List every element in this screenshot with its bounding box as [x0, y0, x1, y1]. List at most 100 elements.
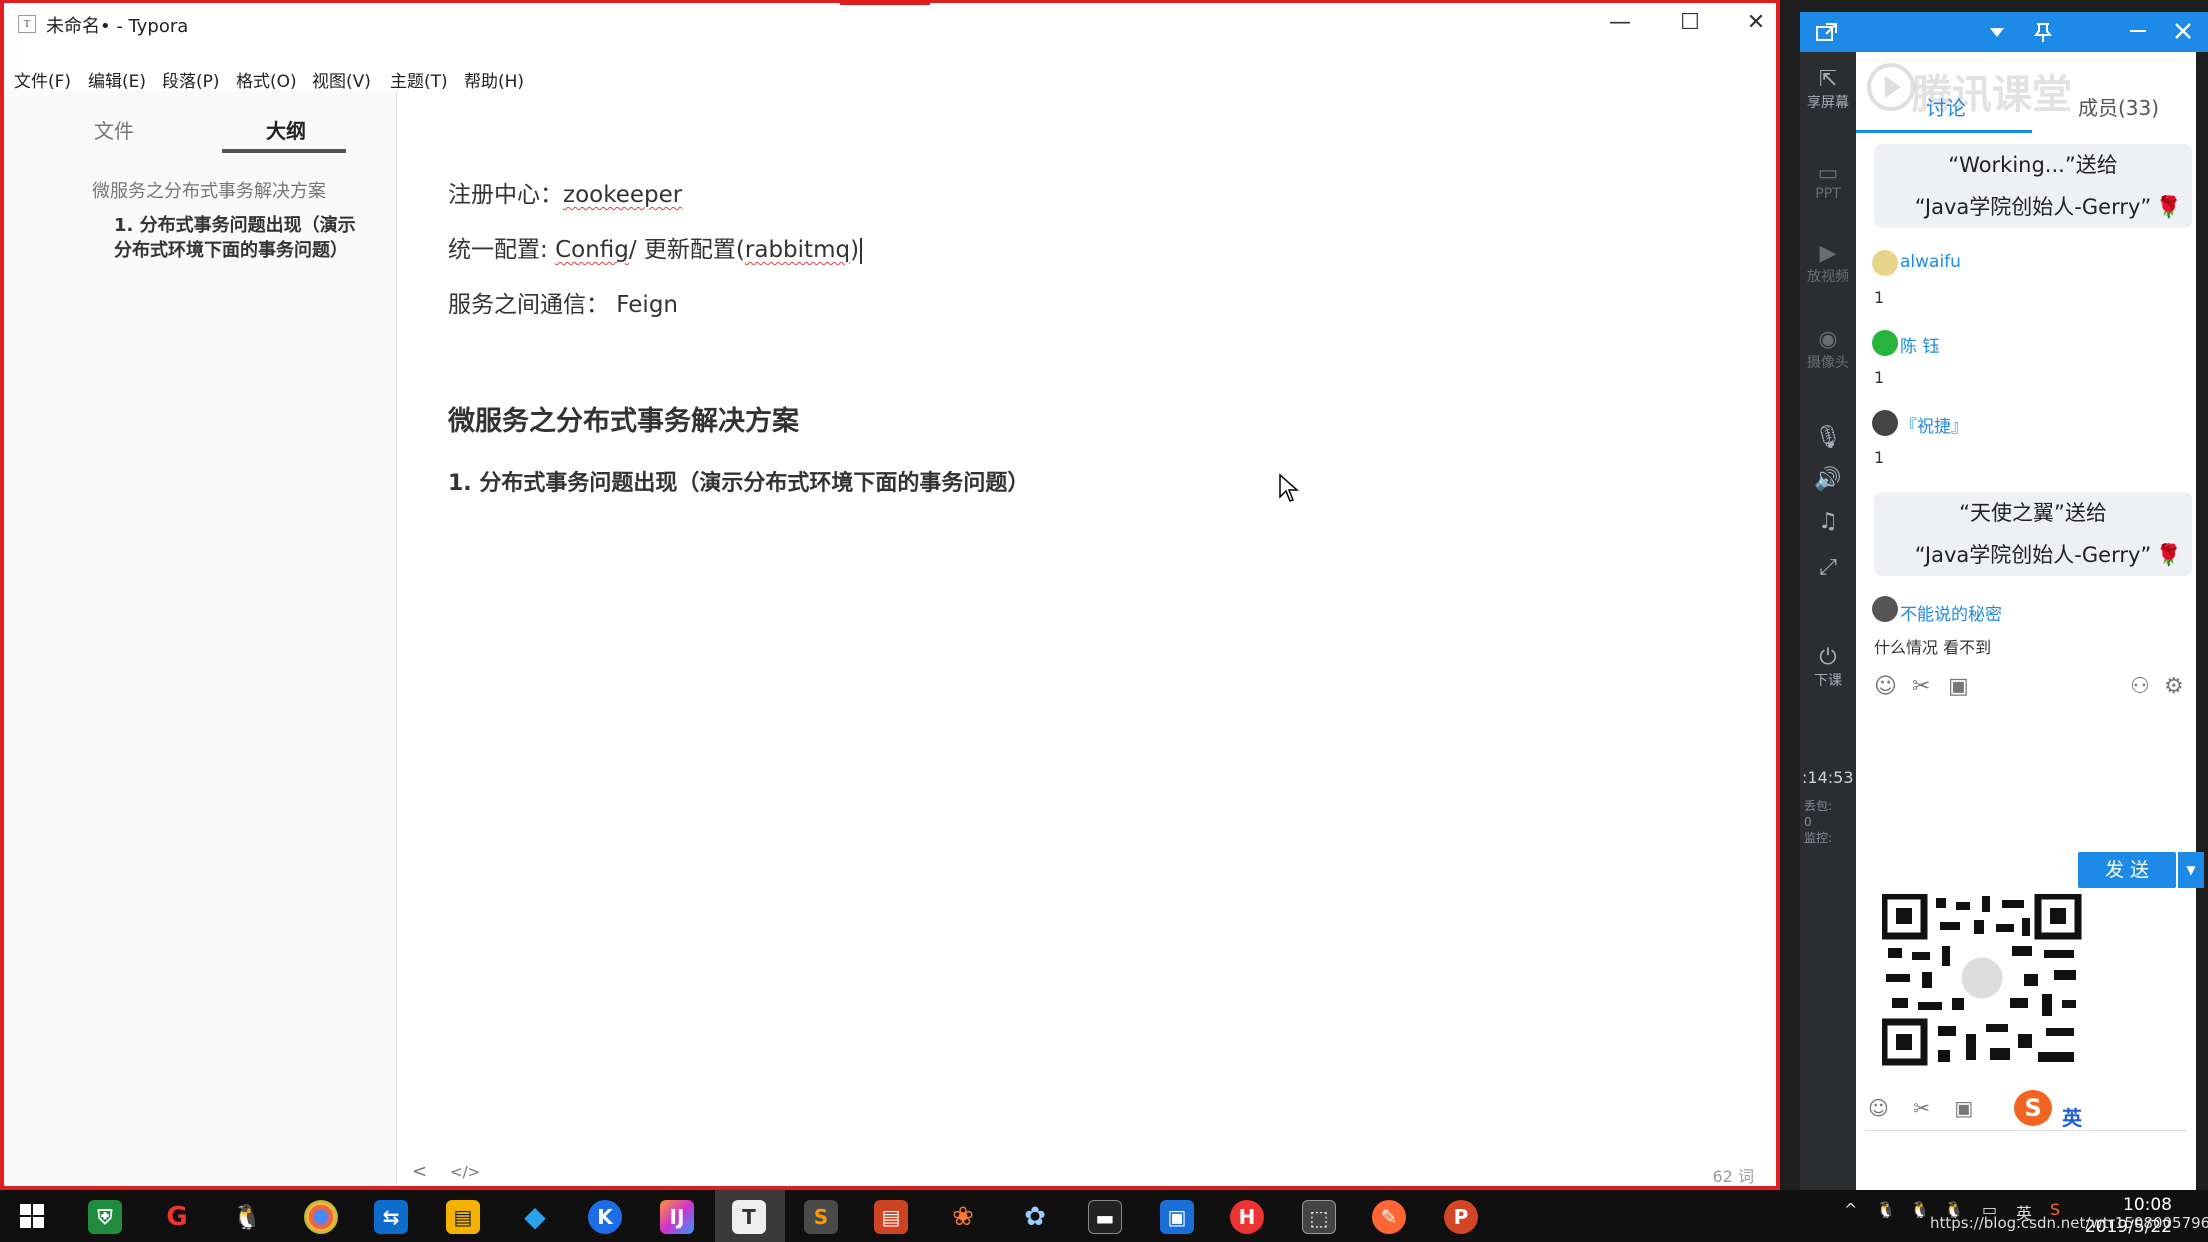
tab-outline[interactable]: 大纲 [266, 115, 306, 144]
typora-app-icon: T [18, 15, 36, 33]
network-stats: 丢包: 0 监控: [1804, 799, 1833, 845]
intellij-app-icon[interactable]: IJ [660, 1200, 694, 1234]
settings-icon[interactable]: ⚙ [2164, 674, 2184, 699]
terminal-app-icon[interactable]: ▬ [1088, 1200, 1122, 1234]
powerpoint-app-icon[interactable]: P [1444, 1200, 1478, 1234]
panel-minimize-icon[interactable] [2130, 30, 2146, 34]
scissors-icon[interactable]: ✂ [1912, 674, 1930, 699]
qr-chat-input[interactable] [1866, 1130, 2186, 1170]
tool-mic[interactable]: 🎙 [1800, 426, 1856, 450]
windows-start-icon[interactable] [20, 1204, 44, 1228]
image-icon[interactable]: ▣ [1954, 1096, 1973, 1120]
tray-expand-icon[interactable]: ^ [1844, 1200, 1857, 1219]
tab-discussion[interactable]: 讨论 [1926, 92, 1966, 121]
outline-item-h2[interactable]: 1. 分布式事务问题出现（演示分布式环境下面的事务问题） [114, 213, 369, 263]
outline-item-h1[interactable]: 微服务之分布式事务解决方案 [92, 177, 382, 203]
leave-class-icon: ⏻ [1819, 645, 1837, 670]
class-timer: :14:53 [1802, 768, 1854, 787]
menu-paragraph[interactable]: 段落(P) [162, 67, 220, 92]
maximize-button[interactable]: ☐ [1662, 7, 1718, 39]
sidebar-toggle-icon[interactable]: < [412, 1161, 427, 1182]
avatar[interactable] [1872, 410, 1898, 436]
tool-speaker[interactable]: 🔊 [1800, 468, 1856, 492]
scissors-icon[interactable]: ✂ [1913, 1096, 1930, 1120]
menu-theme[interactable]: 主题(T) [390, 67, 448, 92]
chat-input[interactable] [1856, 712, 2196, 852]
avatar[interactable] [1872, 250, 1898, 276]
hbuilder-app-icon[interactable]: H [1230, 1200, 1264, 1234]
ime-language[interactable]: 英 [2062, 1102, 2082, 1131]
kugou-app-icon[interactable]: K [588, 1200, 622, 1234]
menu-view[interactable]: 视图(V) [312, 67, 371, 92]
title-bar[interactable]: T 未命名• - Typora — ☐ ✕ [4, 3, 1776, 45]
paragraph-config[interactable]: 统一配置: Config/ 更新配置(rabbitmq) [448, 230, 863, 264]
tool-fullscreen[interactable]: ⤢ [1800, 556, 1856, 580]
word-count[interactable]: 62 词 [1713, 1163, 1754, 1187]
minimize-button[interactable]: — [1592, 7, 1648, 39]
pin-icon[interactable] [2034, 22, 2052, 42]
tab-members[interactable]: 成员(33) [2078, 92, 2159, 121]
tencent-classroom-app-icon[interactable]: ✎ [1372, 1200, 1406, 1234]
typora-taskbar-icon[interactable]: T [732, 1200, 766, 1234]
panel-close-icon[interactable] [2174, 22, 2192, 40]
tab-files[interactable]: 文件 [94, 115, 134, 144]
image-icon[interactable]: ▣ [1948, 674, 1969, 699]
tray-qq-icon[interactable]: 🐧 [1876, 1200, 1896, 1219]
chat-username[interactable]: 不能说的秘密 [1900, 600, 2002, 625]
menu-edit[interactable]: 编辑(E) [88, 67, 146, 92]
dropdown-icon[interactable] [1990, 28, 2004, 38]
paragraph-registry[interactable]: 注册中心：zookeeper [448, 175, 682, 209]
menu-file[interactable]: 文件(F) [14, 67, 71, 92]
members-icon[interactable]: ⚇ [2130, 674, 2150, 699]
chat-username[interactable]: 陈 钰 [1900, 332, 1939, 357]
virtualbox-app-icon[interactable]: ▣ [1160, 1200, 1194, 1234]
chat-username[interactable]: alwaifu [1900, 252, 1961, 272]
send-options-icon[interactable]: ▼ [2178, 852, 2204, 888]
sogou-ime-icon[interactable]: S [2014, 1090, 2052, 1126]
sublime-app-icon[interactable]: S [804, 1200, 838, 1234]
heading-2[interactable]: 1. 分布式事务问题出现（演示分布式环境下面的事务问题） [448, 465, 1029, 497]
menu-format[interactable]: 格式(O) [236, 67, 297, 92]
rabbitmq-value: rabbitmq [744, 237, 851, 263]
qq-app-icon[interactable]: 🐧 [230, 1200, 264, 1234]
baidu-app-icon[interactable]: ❀ [946, 1200, 980, 1234]
typora-window: T 未命名• - Typora — ☐ ✕ 文件(F) 编辑(E) 段落(P) … [0, 0, 1780, 1190]
fiddler-app-icon[interactable]: ✿ [1018, 1200, 1052, 1234]
tray-qq-icon-2[interactable]: 🐧 [1910, 1200, 1930, 1219]
tool-ppt[interactable]: ▭ PPT [1800, 162, 1856, 203]
teamviewer-app-icon[interactable]: ⇆ [374, 1200, 408, 1234]
rose-icon: 🌹 [2155, 195, 2182, 219]
tool-camera[interactable]: ◉ 摄像头 [1800, 328, 1856, 372]
avatar[interactable] [1872, 596, 1898, 622]
tool-video[interactable]: ▶ 放视频 [1800, 242, 1856, 286]
chat-username[interactable]: 『祝捷』 [1900, 412, 1968, 437]
gift-line-1: “Working...”送给 [1948, 153, 2118, 177]
wechat-avatar-icon[interactable] [1872, 330, 1898, 356]
navicat-app-icon[interactable]: ◆ [518, 1200, 552, 1234]
screenshot-app-icon[interactable]: ⬚ [1302, 1200, 1336, 1234]
paragraph-communication[interactable]: 服务之间通信： Feign [448, 285, 678, 319]
file-manager-icon[interactable]: ▤ [446, 1200, 480, 1234]
send-button[interactable]: 发 送 [2078, 852, 2176, 888]
heading-1[interactable]: 微服务之分布式事务解决方案 [448, 399, 799, 438]
chat-toolbar: ☺ ✂ ▣ ⚇ ⚙ [1874, 674, 2184, 704]
security-app-icon[interactable]: ⛨ [88, 1200, 122, 1234]
registry-label: 注册中心： [448, 182, 563, 208]
tool-share-screen[interactable]: ⇱ 享屏幕 [1800, 68, 1856, 112]
tool-label: PPT [1815, 186, 1841, 202]
rose-icon: 🌹 [2155, 543, 2182, 567]
source-mode-icon[interactable]: </> [450, 1163, 480, 1181]
editor-pane[interactable]: 注册中心：zookeeper 统一配置: Config/ 更新配置(rabbit… [398, 91, 1776, 1166]
close-button[interactable]: ✕ [1728, 7, 1784, 39]
netease-app-icon[interactable]: G [160, 1200, 194, 1234]
tool-music[interactable]: ♫ [1800, 510, 1856, 534]
tool-end-class[interactable]: ⏻ 下课 [1800, 646, 1856, 690]
emoji-icon[interactable]: ☺ [1868, 1096, 1889, 1120]
redis-app-icon[interactable]: ▤ [874, 1200, 908, 1234]
tool-label: 下课 [1814, 673, 1842, 689]
popout-icon[interactable] [1816, 22, 1838, 42]
emoji-icon[interactable]: ☺ [1874, 674, 1897, 699]
chrome-app-icon[interactable] [304, 1200, 338, 1234]
chat-message-text: 1 [1874, 288, 1885, 307]
menu-help[interactable]: 帮助(H) [464, 67, 524, 92]
